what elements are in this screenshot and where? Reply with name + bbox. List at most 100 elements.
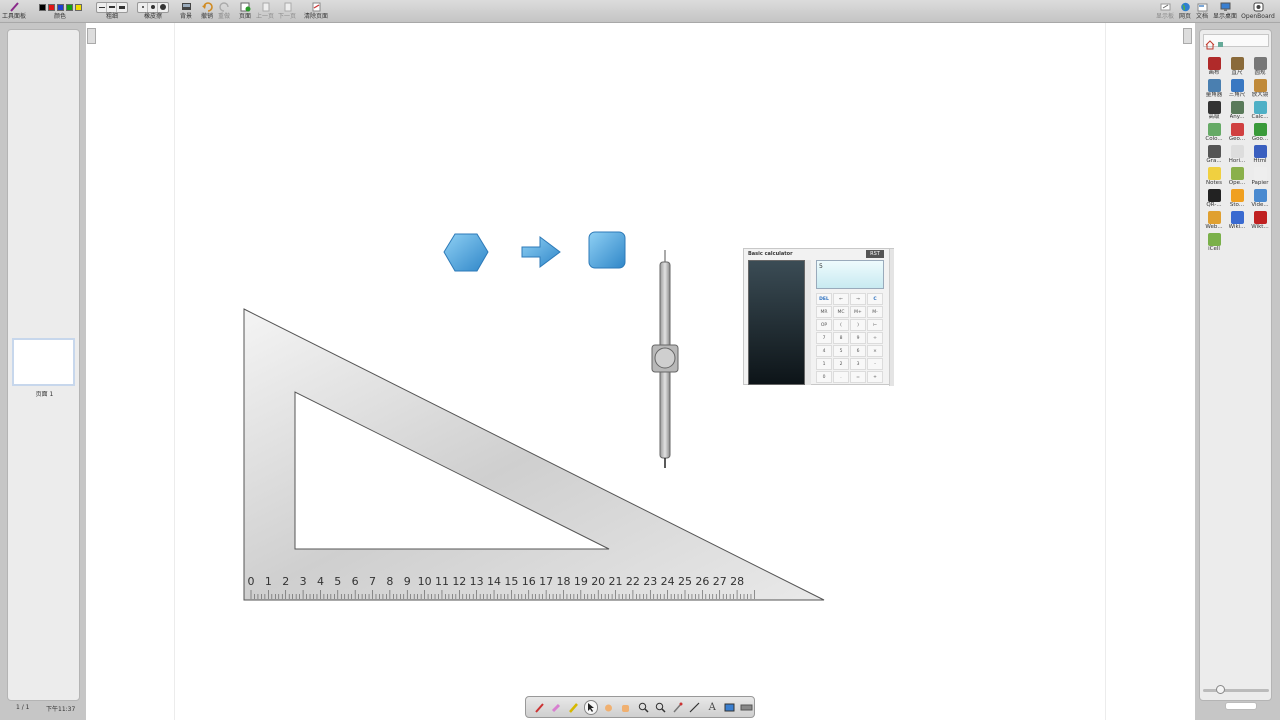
color-swatch-black[interactable] [38, 3, 46, 11]
library-item[interactable]: Papier [1250, 167, 1270, 187]
calculator-key[interactable]: ÷ [867, 332, 883, 344]
library-item[interactable]: Sto... [1227, 189, 1247, 209]
color-swatch-green[interactable] [65, 3, 73, 11]
next-page-button[interactable]: 下一页 [277, 1, 297, 22]
calculator-key[interactable]: MR [816, 306, 832, 318]
eraser-tool-icon[interactable] [549, 700, 563, 715]
calculator-key[interactable]: → [850, 293, 866, 305]
calculator-key[interactable]: ) [850, 319, 866, 331]
background-button[interactable]: 背景 [178, 1, 194, 22]
library-item[interactable]: 圆规 [1250, 57, 1270, 77]
collapse-right-panel-button[interactable] [1183, 28, 1192, 44]
stroke-selector[interactable] [96, 1, 128, 13]
calculator-key[interactable]: M- [867, 306, 883, 318]
clear-page-button[interactable]: 清除页面 [302, 1, 330, 22]
color-swatch-red[interactable] [47, 3, 55, 11]
color-swatch-yellow[interactable] [74, 3, 82, 11]
calculator-key[interactable]: 3 [850, 358, 866, 370]
calculator-key[interactable]: 1 [816, 358, 832, 370]
calculator-key[interactable]: MC [833, 306, 849, 318]
calculator-resize-edge[interactable] [889, 249, 894, 386]
calculator-key[interactable]: 2 [833, 358, 849, 370]
redo-button[interactable]: 重做 [216, 1, 232, 22]
board-canvas[interactable] [86, 23, 1195, 720]
library-item[interactable]: Colo... [1204, 123, 1224, 143]
eraser-medium[interactable] [148, 2, 158, 12]
stroke-thick[interactable] [117, 3, 127, 12]
library-item[interactable]: Ope... [1227, 167, 1247, 187]
library-item[interactable]: Web... [1204, 211, 1224, 231]
marker-tool-icon[interactable] [567, 700, 581, 715]
library-item[interactable]: 画布 [1204, 57, 1224, 77]
library-zoom-handle[interactable] [1216, 685, 1225, 694]
calculator-key[interactable]: - [867, 358, 883, 370]
library-item[interactable]: QR-... [1204, 189, 1224, 209]
library-zoom-slider[interactable] [1203, 689, 1269, 692]
calculator-key[interactable]: 8 [833, 332, 849, 344]
laser-pointer-icon[interactable] [670, 700, 684, 715]
line-tool-icon[interactable] [688, 700, 702, 715]
calculator-scrollbar[interactable] [805, 260, 811, 385]
library-item[interactable]: Goo... [1250, 123, 1270, 143]
calculator-reset-button[interactable]: RST [866, 250, 884, 258]
library-item[interactable]: Gra... [1204, 145, 1224, 165]
calculator-key[interactable]: 9 [850, 332, 866, 344]
calculator-key[interactable]: OP [816, 319, 832, 331]
library-item[interactable]: 直尺 [1227, 57, 1247, 77]
calculator-key[interactable]: 0 [816, 371, 832, 383]
library-item[interactable]: Any... [1227, 101, 1247, 121]
hand-tool-icon[interactable] [619, 700, 633, 715]
library-item[interactable]: Geo... [1227, 123, 1247, 143]
interact-hand-icon[interactable] [601, 700, 615, 715]
web-button[interactable]: 网页 [1177, 1, 1193, 22]
calculator-key[interactable]: M+ [850, 306, 866, 318]
home-icon[interactable] [1204, 39, 1224, 50]
openboard-menu-button[interactable]: OpenBoard [1241, 1, 1275, 22]
calculator-key[interactable]: 5 [833, 345, 849, 357]
eraser-small[interactable] [138, 2, 148, 12]
collapse-left-panel-button[interactable] [87, 28, 96, 44]
page-thumbnail[interactable] [12, 338, 75, 386]
calculator-key[interactable]: 7 [816, 332, 832, 344]
undo-button[interactable]: 撤销 [199, 1, 215, 22]
calculator-key[interactable]: = [850, 371, 866, 383]
selector-tool-icon[interactable] [583, 699, 599, 715]
prev-page-button[interactable]: 上一页 [255, 1, 275, 22]
documents-button[interactable]: 文档 [1194, 1, 1210, 22]
calculator-key[interactable]: C [867, 293, 883, 305]
library-item[interactable]: Notes [1204, 167, 1224, 187]
color-swatch-blue[interactable] [56, 3, 64, 11]
library-item[interactable]: 量角器 [1204, 79, 1224, 99]
zoom-in-icon[interactable] [636, 700, 650, 715]
library-item[interactable]: Calc... [1250, 101, 1270, 121]
library-item[interactable]: Wikt... [1250, 211, 1270, 231]
library-breadcrumb[interactable] [1203, 34, 1269, 50]
library-item[interactable]: 高级 [1204, 101, 1224, 121]
stroke-medium[interactable] [107, 2, 117, 12]
calculator-key[interactable]: ( [833, 319, 849, 331]
text-tool-icon[interactable]: A [705, 700, 719, 715]
zoom-out-icon[interactable] [653, 700, 667, 715]
library-item[interactable]: Vide... [1250, 189, 1270, 209]
library-item[interactable]: Hori... [1227, 145, 1247, 165]
calculator-widget[interactable]: Basic calculator RST 5 DEL ← → C MR MC M+ M- OP(… [743, 248, 894, 386]
library-item[interactable]: 三角尺 [1227, 79, 1247, 99]
calculator-key[interactable]: × [867, 345, 883, 357]
add-page-button[interactable]: 页面 [237, 1, 253, 22]
library-item[interactable]: Html [1250, 145, 1270, 165]
capture-tool-icon[interactable] [722, 700, 736, 715]
calculator-key[interactable]: DEL [816, 293, 832, 305]
calculator-key[interactable]: 4 [816, 345, 832, 357]
virtual-keyboard-icon[interactable] [740, 700, 754, 715]
library-item[interactable]: iCell [1204, 233, 1224, 253]
show-board-button[interactable]: 显示板 [1155, 1, 1175, 22]
show-desktop-button[interactable]: 显示桌面 [1211, 1, 1239, 22]
calculator-key[interactable]: 6 [850, 345, 866, 357]
eraser-size-selector[interactable] [137, 1, 169, 13]
library-search-field[interactable] [1225, 702, 1257, 710]
pen-tool-icon[interactable] [532, 700, 546, 715]
stroke-thin[interactable] [97, 2, 107, 12]
tool-panel-button[interactable]: 工具面板 [2, 1, 26, 22]
library-item[interactable]: Wiki... [1227, 211, 1247, 231]
calculator-key[interactable]: . [833, 371, 849, 383]
